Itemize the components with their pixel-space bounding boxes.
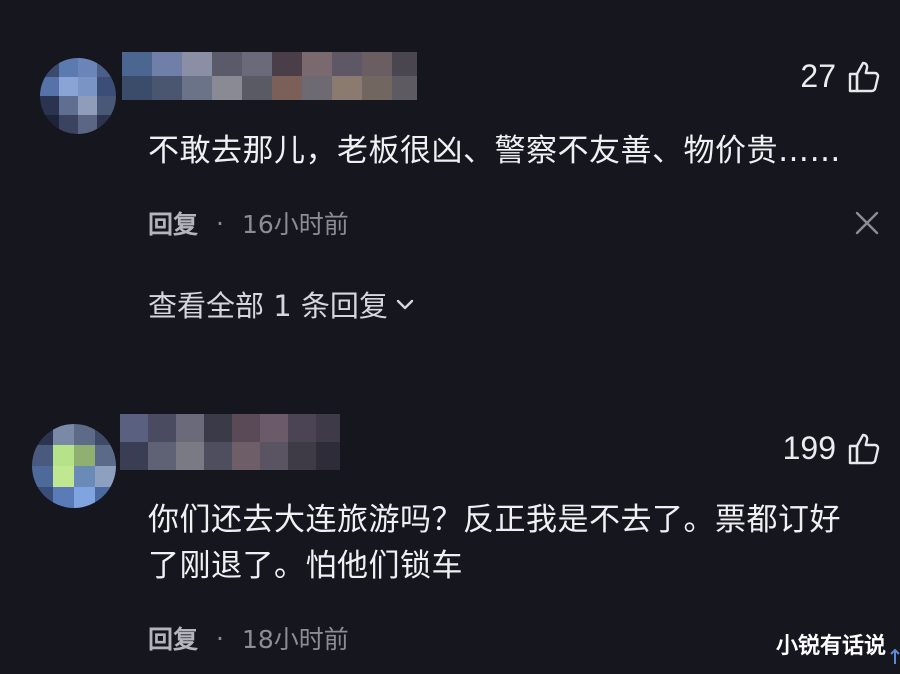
- watermark: 小锐有话说: [775, 634, 886, 659]
- avatar[interactable]: [40, 58, 116, 134]
- like-count: 199: [782, 430, 836, 466]
- comment-text: 不敢去那儿，老板很凶、警察不友善、物价贵……: [148, 133, 841, 169]
- timestamp: 18小时前: [241, 625, 349, 654]
- comment-text-line: 了刚退了。怕他们锁车: [148, 548, 463, 584]
- username-pixelated[interactable]: [122, 52, 417, 100]
- reply-button[interactable]: 回复: [148, 620, 198, 656]
- like-count: 27: [800, 58, 836, 94]
- meta-separator: ·: [216, 208, 224, 238]
- view-replies-label: 查看全部 1 条回复: [148, 289, 388, 323]
- avatar[interactable]: [32, 424, 116, 508]
- comment-meta: 回复 · 18小时前: [148, 620, 349, 656]
- username-pixelated[interactable]: [120, 414, 340, 470]
- reply-button[interactable]: 回复: [148, 205, 198, 241]
- comment-item: 199 你们还去大连旅游吗？反正我是不去了。票都订好 了刚退了。怕他们锁车 回复…: [0, 400, 900, 674]
- like-count-group: 199: [783, 430, 882, 467]
- chevron-down-icon: [396, 299, 414, 310]
- thumbs-up-icon[interactable]: [846, 59, 882, 95]
- comment-text-line: 你们还去大连旅游吗？反正我是不去了。票都订好: [148, 502, 841, 538]
- thumbs-up-icon[interactable]: [846, 431, 882, 467]
- comment-text: 你们还去大连旅游吗？反正我是不去了。票都订好 了刚退了。怕他们锁车: [148, 497, 888, 589]
- like-count-group: 27: [800, 58, 882, 95]
- comment-meta: 回复 · 16小时前: [148, 205, 349, 241]
- scroll-up-arrow-icon: [890, 648, 900, 664]
- comment-item: 27 不敢去那儿，老板很凶、警察不友善、物价贵…… 回复 · 16小时前 查看全…: [0, 0, 900, 380]
- timestamp: 16小时前: [241, 210, 349, 239]
- view-replies-button[interactable]: 查看全部 1 条回复: [148, 283, 416, 325]
- close-icon[interactable]: [854, 210, 880, 236]
- meta-separator: ·: [216, 623, 224, 653]
